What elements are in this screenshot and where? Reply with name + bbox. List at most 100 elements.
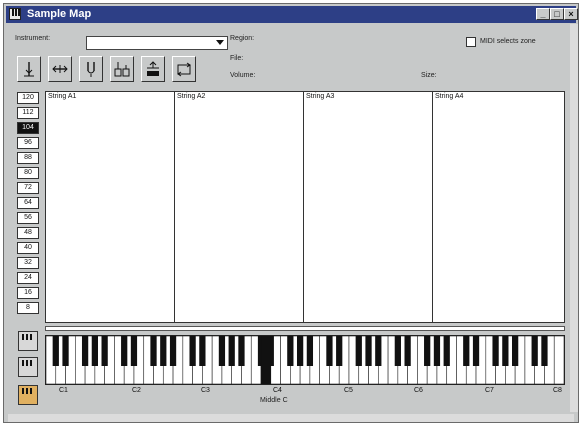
black-key[interactable] [531, 336, 538, 366]
velocity-value-56[interactable]: 56 [17, 212, 39, 224]
black-key[interactable] [81, 336, 89, 366]
loop-arrows-icon [177, 62, 191, 77]
velocity-value-24[interactable]: 24 [17, 272, 39, 284]
keyboard-range-icon[interactable] [18, 331, 38, 351]
black-key[interactable] [326, 336, 333, 366]
zone-string-a4[interactable]: String A4 [433, 92, 564, 322]
black-key[interactable] [433, 336, 441, 366]
velocity-value-72[interactable]: 72 [17, 182, 39, 194]
sample-map-area[interactable]: String A1 String A2 String A3 String A4 [45, 91, 565, 323]
tuning-button[interactable] [79, 56, 103, 82]
white-key[interactable] [553, 335, 565, 385]
key-range-strip[interactable] [45, 326, 565, 331]
octave-label-c6: C6 [414, 387, 423, 394]
velocity-value-8[interactable]: 8 [17, 302, 39, 314]
keyboard-zoom-icon[interactable] [18, 385, 38, 405]
black-key[interactable] [336, 336, 343, 366]
black-key[interactable] [130, 336, 138, 366]
black-key[interactable] [62, 336, 69, 366]
black-key[interactable] [91, 336, 98, 366]
black-key[interactable] [189, 336, 196, 366]
octave-label-c2: C2 [132, 387, 141, 394]
instrument-select[interactable] [86, 36, 228, 50]
waveform-stack-icon [114, 62, 130, 77]
zone-string-a2[interactable]: String A2 [175, 92, 304, 322]
region-label: Region: [230, 35, 255, 42]
velocity-value-64[interactable]: 64 [17, 197, 39, 209]
black-key[interactable] [199, 336, 206, 366]
zone-label: String A3 [306, 93, 335, 100]
split-horizontal-button[interactable] [48, 56, 72, 82]
piano-keyboard[interactable] [45, 335, 565, 385]
midi-selects-zone-checkbox[interactable] [466, 37, 476, 47]
black-key[interactable] [463, 336, 470, 366]
black-key[interactable] [492, 336, 499, 366]
waveform-stack-button[interactable] [110, 56, 134, 82]
horizontal-scrollbar[interactable] [8, 414, 574, 422]
octave-label-c5: C5 [344, 387, 353, 394]
black-key[interactable] [541, 336, 548, 366]
window-title: Sample Map [27, 8, 92, 20]
stack-up-button[interactable] [141, 56, 165, 82]
black-key[interactable] [296, 336, 304, 366]
velocity-value-88[interactable]: 88 [17, 152, 39, 164]
velocity-value-48[interactable]: 48 [17, 227, 39, 239]
zone-label: String A4 [435, 93, 464, 100]
black-key[interactable] [306, 336, 314, 366]
file-label: File: [230, 55, 244, 62]
velocity-value-32[interactable]: 32 [17, 257, 39, 269]
velocity-value-40[interactable]: 40 [17, 242, 39, 254]
keyboard-app-icon [9, 8, 21, 20]
black-key[interactable] [52, 336, 59, 366]
black-key[interactable] [424, 336, 431, 366]
split-vertical-icon [24, 62, 34, 77]
piano-keys[interactable] [45, 335, 565, 385]
velocity-value-80[interactable]: 80 [17, 167, 39, 179]
black-key[interactable] [101, 336, 108, 366]
sample-map-window: Sample Map _ □ × Instrument: Region: Fil… [3, 3, 579, 423]
minimize-button[interactable]: _ [536, 8, 550, 20]
middle-c-label: Middle C [260, 397, 288, 404]
black-key[interactable] [375, 336, 382, 366]
maximize-button[interactable]: □ [550, 8, 564, 20]
instrument-label: Instrument: [15, 35, 51, 42]
velocity-value-104[interactable]: 104 [17, 122, 39, 134]
chevron-down-icon[interactable] [216, 40, 224, 45]
black-key[interactable] [394, 336, 401, 366]
loop-button[interactable] [172, 56, 196, 82]
black-key[interactable] [365, 336, 372, 366]
black-key[interactable] [287, 336, 294, 366]
velocity-value-112[interactable]: 112 [17, 107, 39, 119]
black-key[interactable] [121, 336, 128, 366]
middle-c-key[interactable] [261, 336, 271, 384]
black-key[interactable] [502, 336, 509, 366]
black-key[interactable] [512, 336, 519, 366]
velocity-value-120[interactable]: 120 [17, 92, 39, 104]
black-key[interactable] [150, 336, 157, 366]
octave-label-c7: C7 [485, 387, 494, 394]
midi-selects-zone-label: MIDI selects zone [480, 38, 536, 45]
octave-label-c1: C1 [59, 387, 68, 394]
velocity-value-96[interactable]: 96 [17, 137, 39, 149]
black-key[interactable] [169, 336, 177, 366]
zone-label: String A1 [48, 93, 77, 100]
black-key[interactable] [404, 336, 411, 366]
split-vertical-button[interactable] [17, 56, 41, 82]
black-key[interactable] [160, 336, 167, 366]
split-horizontal-icon [52, 65, 68, 73]
octave-label-c3: C3 [201, 387, 210, 394]
velocity-value-16[interactable]: 16 [17, 287, 39, 299]
black-key[interactable] [218, 336, 226, 366]
zone-string-a3[interactable]: String A3 [304, 92, 433, 322]
size-label: Size: [421, 72, 437, 79]
black-key[interactable] [238, 336, 245, 366]
zone-string-a1[interactable]: String A1 [46, 92, 175, 322]
close-button[interactable]: × [564, 8, 578, 20]
vertical-scrollbar[interactable] [570, 24, 578, 412]
black-key[interactable] [443, 336, 450, 366]
black-key[interactable] [472, 336, 480, 366]
black-key[interactable] [355, 336, 362, 366]
title-bar[interactable]: Sample Map _ □ × [6, 6, 578, 23]
keyboard-select-icon[interactable] [18, 357, 38, 377]
black-key[interactable] [228, 336, 235, 366]
